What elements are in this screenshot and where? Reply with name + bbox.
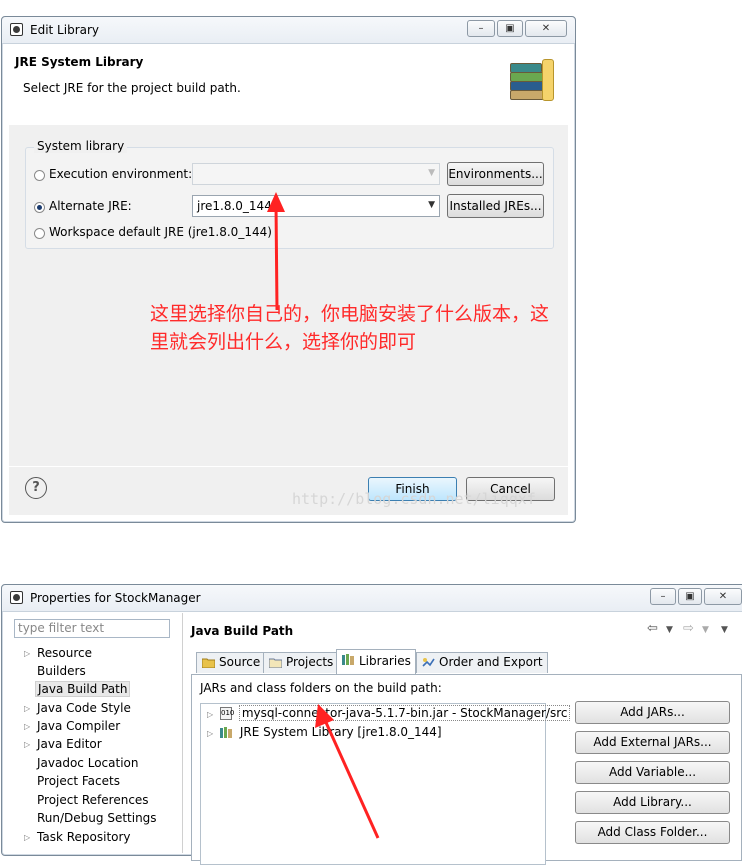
close-icon[interactable]: ✕	[525, 20, 567, 37]
maximize-icon[interactable]: ▣	[678, 588, 702, 605]
eclipse-app-icon	[10, 591, 23, 604]
source-folder-icon	[202, 658, 215, 668]
workspace-default-label: Workspace default JRE (jre1.8.0_144)	[49, 225, 272, 239]
libraries-panel: JARs and class folders on the build path…	[191, 674, 742, 865]
tab-projects[interactable]: Projects	[263, 652, 339, 673]
execution-environment-radio[interactable]	[34, 170, 45, 181]
eclipse-app-icon	[10, 23, 23, 36]
tree-item-project-facets[interactable]: Project Facets	[37, 774, 120, 788]
environments-button[interactable]: Environments...	[447, 162, 544, 186]
order-export-icon	[422, 658, 435, 667]
properties-titlebar[interactable]: Properties for StockManager – ▣ ✕	[2, 585, 742, 612]
dialog-header: JRE System Library Select JRE for the pr…	[9, 45, 568, 126]
expand-arrow-icon[interactable]: ▷	[24, 722, 30, 731]
annotation-text: 这里选择你自己的，你电脑安装了什么版本，这里就会列出什么，选择你的即可	[150, 303, 550, 353]
alternate-jre-label: Alternate JRE:	[49, 199, 132, 213]
projects-icon	[269, 658, 282, 668]
minimize-icon[interactable]: –	[467, 20, 495, 37]
add-variable-button[interactable]: Add Variable...	[575, 761, 730, 784]
library-books-icon	[510, 59, 556, 101]
alternate-jre-combo[interactable]: jre1.8.0_144 ▼	[192, 195, 440, 217]
header-subtitle: Select JRE for the project build path.	[23, 81, 241, 95]
maximize-icon[interactable]: ▣	[497, 20, 523, 37]
header-title: JRE System Library	[15, 55, 144, 69]
chevron-down-icon[interactable]: ▼	[666, 625, 673, 635]
list-caption: JARs and class folders on the build path…	[200, 681, 442, 695]
expand-arrow-icon[interactable]: ▷	[207, 729, 213, 738]
execution-environment-label: Execution environment:	[49, 167, 193, 181]
execution-environment-combo[interactable]: ▼	[192, 163, 440, 185]
forward-arrow-icon[interactable]: ⇨	[683, 621, 694, 636]
chevron-down-icon: ▼	[428, 168, 435, 178]
group-label: System library	[34, 139, 128, 153]
help-icon[interactable]: ?	[25, 477, 47, 499]
add-library-button[interactable]: Add Library...	[575, 791, 730, 814]
tree-item-java-compiler[interactable]: Java Compiler	[37, 719, 120, 733]
annotation-arrow-icon	[267, 192, 285, 311]
chevron-down-icon: ▼	[428, 200, 435, 210]
tree-item-java-build-path[interactable]: Java Build Path	[35, 681, 131, 697]
tree-item-java-editor[interactable]: Java Editor	[37, 737, 102, 751]
libraries-icon	[342, 654, 354, 665]
page-title: Java Build Path	[191, 624, 294, 638]
add-jars-button[interactable]: Add JARs...	[575, 701, 730, 724]
jar-file-icon: 010	[219, 707, 234, 720]
annotation-arrow-icon	[315, 704, 380, 839]
expand-arrow-icon[interactable]: ▷	[24, 649, 30, 658]
filter-input[interactable]: type filter text	[14, 619, 170, 638]
view-menu-icon[interactable]: ▼	[721, 625, 728, 635]
chevron-down-icon[interactable]: ▼	[702, 625, 709, 635]
back-arrow-icon[interactable]: ⇦	[647, 621, 658, 636]
window-title: Properties for StockManager	[30, 591, 201, 605]
watermark-text: http://blog.csdn.net/liqqxf	[292, 490, 536, 508]
tree-item-task-repository[interactable]: Task Repository	[37, 830, 131, 844]
workspace-default-radio[interactable]	[34, 228, 45, 239]
alternate-jre-radio[interactable]	[34, 202, 45, 213]
tab-source[interactable]: Source	[196, 652, 266, 673]
add-class-folder-button[interactable]: Add Class Folder...	[575, 821, 730, 844]
tree-item-builders[interactable]: Builders	[37, 664, 86, 678]
tree-item-run-debug-settings[interactable]: Run/Debug Settings	[37, 811, 157, 825]
expand-arrow-icon[interactable]: ▷	[24, 704, 30, 713]
tab-order-and-export[interactable]: Order and Export	[416, 652, 548, 673]
add-external-jars-button[interactable]: Add External JARs...	[575, 731, 730, 754]
edit-library-titlebar[interactable]: Edit Library – ▣ ✕	[2, 17, 575, 44]
expand-arrow-icon[interactable]: ▷	[24, 740, 30, 749]
library-icon	[219, 727, 232, 738]
tree-item-project-references[interactable]: Project References	[37, 793, 149, 807]
tree-item-resource[interactable]: Resource	[37, 646, 92, 660]
window-title: Edit Library	[30, 23, 100, 37]
close-icon[interactable]: ✕	[704, 588, 742, 605]
tab-libraries[interactable]: Libraries	[336, 649, 416, 674]
expand-arrow-icon[interactable]: ▷	[207, 710, 213, 719]
sash-divider[interactable]	[182, 613, 183, 853]
minimize-icon[interactable]: –	[650, 588, 676, 605]
tree-item-java-code-style[interactable]: Java Code Style	[37, 701, 131, 715]
expand-arrow-icon[interactable]: ▷	[24, 833, 30, 842]
installed-jres-button[interactable]: Installed JREs...	[447, 194, 544, 218]
tree-item-javadoc-location[interactable]: Javadoc Location	[37, 756, 138, 770]
